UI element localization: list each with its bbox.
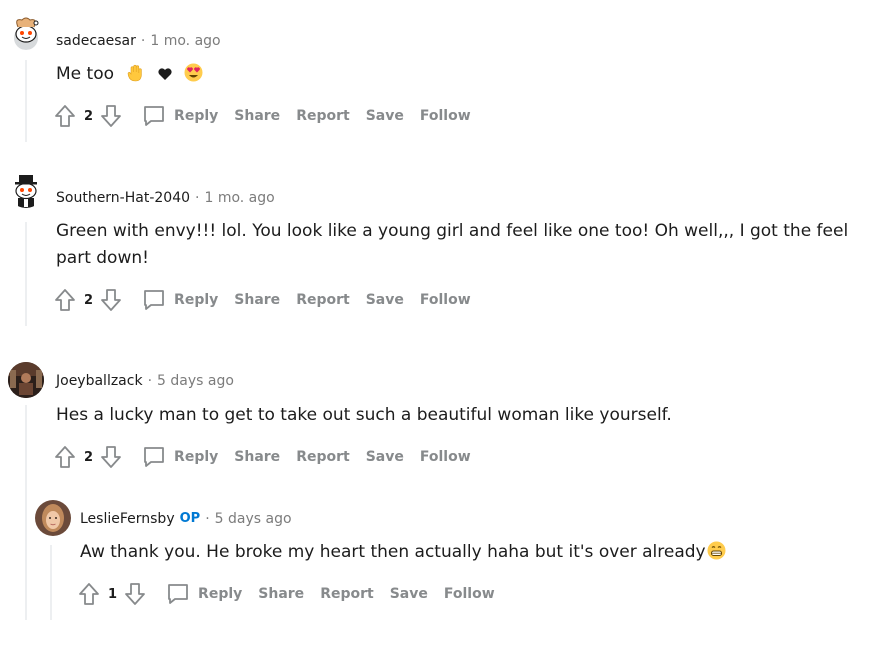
share-button[interactable]: Share — [234, 449, 280, 465]
follow-button[interactable]: Follow — [420, 449, 471, 465]
snoo-top-hat-avatar-icon — [8, 172, 44, 208]
comment-body: Aw thank you. He broke my heart then act… — [80, 539, 880, 569]
upvote-arrow-icon — [55, 289, 75, 311]
comment-body: Hes a lucky man to get to take out such … — [56, 402, 856, 429]
comment-bubble-icon — [142, 104, 166, 128]
reply-label: Reply — [198, 586, 243, 602]
comment-text: Me too — [56, 64, 114, 84]
comment-body: Me too — [56, 61, 856, 91]
timestamp[interactable]: 1 mo. ago — [150, 31, 220, 51]
comment-actions: 2 Reply Share Report Save Follow — [52, 286, 471, 314]
comment-body: Green with envy!!! lol. You look like a … — [56, 218, 856, 272]
comment-actions: 2 Reply Share Report Save Follow — [52, 102, 471, 130]
share-button[interactable]: Share — [234, 292, 280, 308]
upvote-arrow-icon — [55, 105, 75, 127]
reply-label: Reply — [174, 292, 219, 308]
avatar[interactable] — [35, 500, 71, 536]
op-badge: OP — [179, 511, 201, 526]
separator-dot: · — [205, 511, 210, 527]
photo-avatar-icon — [35, 500, 71, 536]
snoo-avatar-icon — [8, 14, 44, 50]
reply-button[interactable]: Reply — [142, 104, 218, 128]
comment-meta: Joeyballzack · 5 days ago — [56, 371, 234, 391]
vote-score: 2 — [84, 108, 94, 124]
save-button[interactable]: Save — [366, 108, 404, 124]
downvote-arrow-icon — [101, 105, 121, 127]
avatar[interactable] — [8, 172, 44, 208]
vote-score: 2 — [84, 292, 94, 308]
author-name[interactable]: sadecaesar — [56, 31, 136, 51]
separator-dot: · — [147, 373, 153, 389]
downvote-button[interactable] — [98, 102, 124, 130]
comment-meta: sadecaesar · 1 mo. ago — [56, 31, 221, 51]
comment-bubble-icon — [166, 582, 190, 606]
upvote-button[interactable] — [76, 580, 102, 608]
follow-button[interactable]: Follow — [444, 586, 495, 602]
report-button[interactable]: Report — [296, 449, 350, 465]
thread-line[interactable] — [25, 222, 27, 326]
comment-bubble-icon — [142, 288, 166, 312]
comment-meta: Southern-Hat-2040 · 1 mo. ago — [56, 188, 275, 208]
reply-label: Reply — [174, 449, 219, 465]
save-button[interactable]: Save — [366, 292, 404, 308]
upvote-button[interactable] — [52, 443, 78, 471]
save-button[interactable]: Save — [390, 586, 428, 602]
separator-dot: · — [195, 190, 200, 206]
thread-line[interactable] — [50, 545, 52, 620]
upvote-arrow-icon — [79, 583, 99, 605]
avatar[interactable] — [8, 14, 44, 50]
thread-line[interactable] — [25, 405, 27, 620]
downvote-button[interactable] — [98, 443, 124, 471]
author-name[interactable]: Joeyballzack — [56, 371, 143, 391]
timestamp[interactable]: 5 days ago — [157, 371, 234, 391]
comment-text: Aw thank you. He broke my heart then act… — [80, 542, 706, 562]
upvote-button[interactable] — [52, 286, 78, 314]
reply-button[interactable]: Reply — [142, 288, 218, 312]
downvote-arrow-icon — [125, 583, 145, 605]
heart-eyes-emoji-icon — [184, 63, 203, 91]
comment-actions: 2 Reply Share Report Save Follow — [52, 443, 471, 471]
share-button[interactable]: Share — [234, 108, 280, 124]
thread-line[interactable] — [25, 60, 27, 142]
reply-button[interactable]: Reply — [142, 445, 218, 469]
downvote-button[interactable] — [122, 580, 148, 608]
timestamp[interactable]: 1 mo. ago — [204, 188, 274, 208]
comment-bubble-icon — [142, 445, 166, 469]
reply-label: Reply — [174, 108, 219, 124]
follow-button[interactable]: Follow — [420, 292, 471, 308]
follow-button[interactable]: Follow — [420, 108, 471, 124]
downvote-arrow-icon — [101, 446, 121, 468]
comment-text: Green with envy!!! lol. You look like a … — [56, 221, 849, 268]
save-button[interactable]: Save — [366, 449, 404, 465]
author-name[interactable]: Southern-Hat-2040 — [56, 188, 190, 208]
separator-dot: · — [140, 33, 146, 49]
author-name[interactable]: LeslieFernsby — [80, 509, 175, 529]
upvote-button[interactable] — [52, 102, 78, 130]
report-button[interactable]: Report — [320, 586, 374, 602]
vote-score: 2 — [84, 449, 94, 465]
vote-score: 1 — [108, 586, 118, 602]
grinning-emoji-icon — [707, 541, 726, 569]
comment-meta: LeslieFernsby OP · 5 days ago — [80, 509, 292, 529]
upvote-arrow-icon — [55, 446, 75, 468]
raised-hand-emoji-icon — [127, 64, 143, 91]
black-heart-emoji-icon — [157, 64, 173, 91]
photo-avatar-icon — [8, 362, 44, 398]
downvote-button[interactable] — [98, 286, 124, 314]
reply-button[interactable]: Reply — [166, 582, 242, 606]
avatar[interactable] — [8, 362, 44, 398]
report-button[interactable]: Report — [296, 108, 350, 124]
share-button[interactable]: Share — [258, 586, 304, 602]
comment-text: Hes a lucky man to get to take out such … — [56, 405, 672, 425]
downvote-arrow-icon — [101, 289, 121, 311]
timestamp[interactable]: 5 days ago — [215, 509, 292, 529]
report-button[interactable]: Report — [296, 292, 350, 308]
comment-actions: 1 Reply Share Report Save Follow — [76, 580, 495, 608]
